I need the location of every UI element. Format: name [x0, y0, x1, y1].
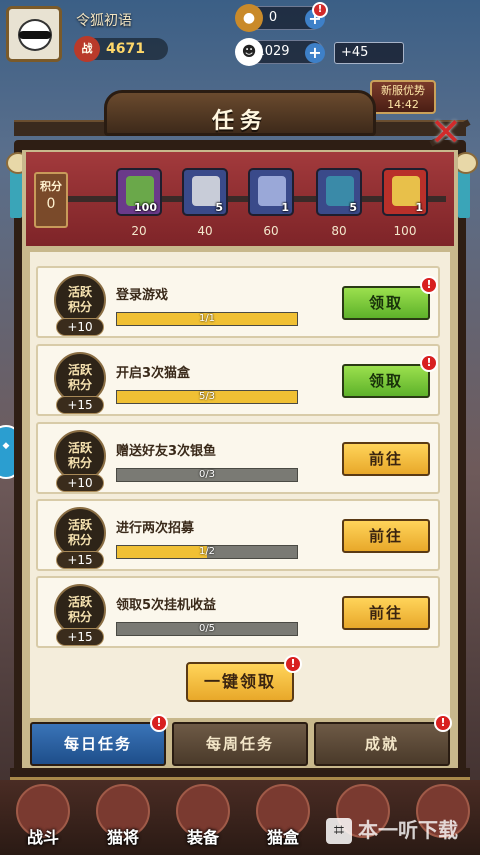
close-x-icon: ✕ [430, 110, 462, 154]
power-badge-icon: 战 [74, 36, 100, 62]
tab-daily-tasks[interactable]: 每日任务 [30, 722, 166, 766]
score-value: 0 [46, 196, 56, 212]
tab-alert-badge: ! [150, 714, 168, 732]
nav-item-label: 猫将 [106, 828, 139, 847]
watermark-text: 本一听下载 [358, 818, 458, 842]
watermark-logo-icon: ⌗ [326, 818, 352, 844]
task-name: 登录游戏 [116, 288, 169, 303]
chest-required-points: 20 [131, 224, 147, 238]
add-fish-button[interactable]: + [305, 43, 325, 63]
combat-power: 战 4671 [74, 36, 168, 62]
coin-alert-badge: ! [312, 2, 328, 18]
chest-item-count: 5 [349, 201, 357, 214]
go-button[interactable]: 前往 [342, 442, 430, 476]
coin-value: 0 [268, 10, 278, 25]
task-progress-text: 1/2 [198, 546, 216, 557]
panel-title: 任务 [211, 109, 268, 134]
tab-achievements[interactable]: 成就 [314, 722, 450, 766]
nav-item-1[interactable]: 战斗 [8, 784, 78, 852]
chest-item-count: 1 [415, 201, 423, 214]
reward-chest-2[interactable]: 5 [182, 168, 228, 216]
go-button[interactable]: 前往 [342, 519, 430, 553]
task-progress-text: 5/3 [198, 391, 216, 402]
task-alert-badge: ! [420, 276, 438, 294]
medal-points: +15 [56, 396, 104, 414]
task-row: 活跃 积分 +15 领取5次挂机收益 0/5 前往 [36, 576, 440, 648]
score-label: 积分 [40, 180, 62, 193]
chest-item-count: 5 [215, 201, 223, 214]
task-alert-badge: ! [420, 354, 438, 372]
claim-all-alert-badge: ! [284, 655, 302, 673]
task-progress-bar: 1/1 [116, 312, 298, 326]
score-badge: 积分 0 [34, 172, 68, 228]
task-progress-bar: 0/5 [116, 622, 298, 636]
fish-gain-popup: +45 [334, 42, 404, 64]
task-progress-bar: 0/3 [116, 468, 298, 482]
chest-required-points: 40 [197, 224, 213, 238]
claim-button[interactable]: 领取 [342, 286, 430, 320]
right-tassel-icon [454, 152, 478, 218]
task-progress-bar: 1/2 [116, 545, 298, 559]
nav-item-4[interactable]: 猫盒 [248, 784, 318, 852]
activity-points-medal: 活跃 积分 +15 [54, 507, 106, 569]
reward-chest-4[interactable]: 5 [316, 168, 362, 216]
fish-value: 1029 [256, 44, 290, 59]
player-avatar[interactable] [6, 6, 62, 62]
panel-footer [10, 768, 470, 780]
nav-item-label: 战斗 [26, 828, 59, 847]
title-plaque: 任务 [104, 90, 376, 136]
activity-points-medal: 活跃 积分 +15 [54, 352, 106, 414]
claim-all-button[interactable]: 一键领取 [186, 662, 294, 702]
activity-points-medal: 活跃 积分 +15 [54, 584, 106, 646]
sunglasses-icon [19, 31, 51, 39]
task-progress-text: 1/1 [198, 313, 216, 324]
medal-points: +15 [56, 628, 104, 646]
chest-required-points: 60 [263, 224, 279, 238]
nav-item-3[interactable]: 装备 [168, 784, 238, 852]
task-row: 活跃 积分 +10 登录游戏 1/1 领取 [36, 266, 440, 338]
panel-roof: 任务 [14, 82, 466, 144]
top-hud: 令狐初语 战 4671 ● 0 + ! ☻ 1029 + +45 [0, 0, 480, 78]
go-button[interactable]: 前往 [342, 596, 430, 630]
tab-alert-badge: ! [434, 714, 452, 732]
claim-button[interactable]: 领取 [342, 364, 430, 398]
task-name: 开启3次猫盒 [116, 366, 191, 381]
reward-chest-1[interactable]: 100 [116, 168, 162, 216]
chest-item-count: 1 [281, 201, 289, 214]
task-row: 活跃 积分 +15 进行两次招募 1/2 前往 [36, 499, 440, 571]
task-name: 赠送好友3次银鱼 [116, 444, 217, 459]
combat-power-value: 4671 [106, 41, 145, 57]
task-name: 领取5次挂机收益 [116, 598, 217, 613]
medal-points: +15 [56, 551, 104, 569]
task-progress-text: 0/3 [198, 469, 216, 480]
reward-chest-3[interactable]: 1 [248, 168, 294, 216]
left-tassel-icon [6, 152, 30, 218]
activity-points-medal: 活跃 积分 +10 [54, 430, 106, 492]
nav-item-label: 装备 [186, 828, 219, 847]
task-row: 活跃 积分 +15 开启3次猫盒 5/3 领取 [36, 344, 440, 416]
medal-points: +10 [56, 318, 104, 336]
fish-counter: ☻ 1029 + [235, 38, 325, 66]
nav-item-2[interactable]: 猫将 [88, 784, 158, 852]
medal-points: +10 [56, 474, 104, 492]
chest-required-points: 80 [331, 224, 347, 238]
task-row: 活跃 积分 +10 赠送好友3次银鱼 0/3 前往 [36, 422, 440, 494]
nav-item-label: 猫盒 [266, 828, 299, 847]
activity-points-medal: 活跃 积分 +10 [54, 274, 106, 336]
player-nickname: 令狐初语 [76, 13, 132, 29]
reward-chest-5[interactable]: 1 [382, 168, 428, 216]
chest-required-points: 100 [393, 224, 417, 238]
task-name: 进行两次招募 [116, 521, 195, 536]
tab-weekly-tasks[interactable]: 每周任务 [172, 722, 308, 766]
task-progress-text: 0/5 [198, 623, 216, 634]
task-progress-bar: 5/3 [116, 390, 298, 404]
chest-item-count: 100 [134, 201, 157, 214]
